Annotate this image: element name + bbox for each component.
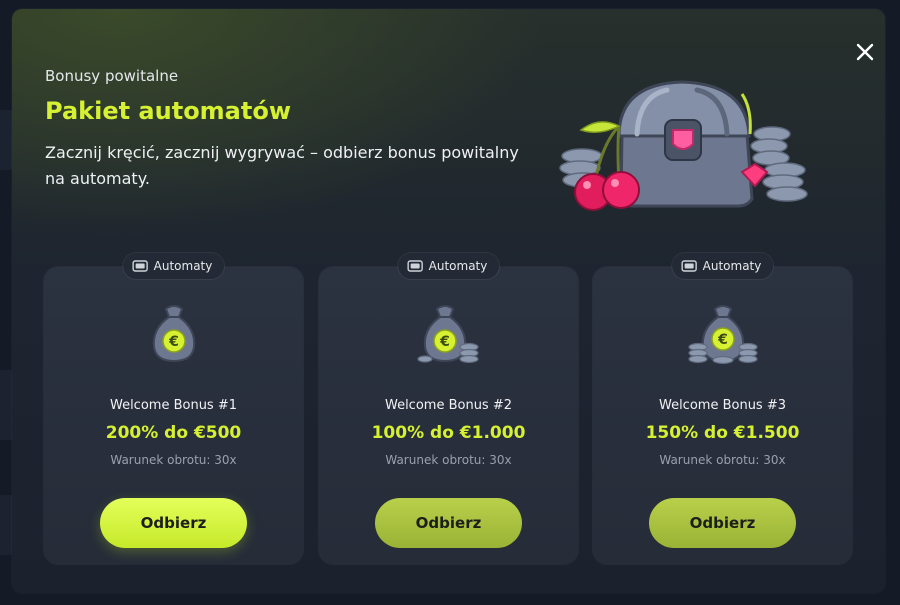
close-icon (856, 43, 874, 61)
modal-description: Zacznij kręcić, zacznij wygrywać – odbie… (45, 143, 519, 188)
close-button[interactable] (847, 34, 883, 70)
bonus-name: Welcome Bonus #1 (109, 398, 238, 413)
treasure-chest-with-cherries-icon (559, 80, 808, 211)
bonus-name: Welcome Bonus #2 (384, 398, 513, 413)
slot-machine-icon (406, 260, 423, 272)
wagering-requirement: Warunek obrotu: 30x (659, 453, 786, 467)
euro-money-bag-with-coin-stacks-icon: € (687, 305, 758, 365)
bonus-card-3: Automaty € Welcome Bonus #3 150% do €1.5… (593, 253, 852, 564)
modal-eyebrow: Bonusy powitalne (45, 67, 179, 85)
claim-button[interactable]: Odbierz (649, 498, 796, 548)
euro-money-bag-icon: € (152, 305, 195, 363)
claim-button[interactable]: Odbierz (375, 498, 522, 548)
bonus-value: 200% do €500 (105, 423, 242, 443)
bonus-card-1: Automaty € Welcome Bonus #1 200% do €500… (44, 253, 303, 564)
wagering-requirement: Warunek obrotu: 30x (110, 453, 237, 467)
svg-text:€: € (717, 332, 728, 348)
category-tag-label: Automaty (702, 259, 762, 273)
wagering-requirement: Warunek obrotu: 30x (385, 453, 512, 467)
category-tag-label: Automaty (428, 259, 488, 273)
category-tag: Automaty (122, 253, 225, 279)
bonus-modal: Bonusy powitalne Pakiet automatów Zaczni… (12, 9, 885, 593)
euro-money-bag-with-coins-icon: € (416, 305, 479, 364)
bonus-card-2: Automaty € Welcome Bonus #2 100% do €1.0… (319, 253, 578, 564)
claim-button[interactable]: Odbierz (100, 498, 247, 548)
svg-text:€: € (439, 334, 450, 350)
slot-machine-icon (680, 260, 697, 272)
svg-text:€: € (168, 334, 179, 350)
bonus-value: 100% do €1.000 (371, 423, 526, 443)
slot-machine-icon (131, 260, 148, 272)
category-tag: Automaty (397, 253, 500, 279)
category-tag: Automaty (671, 253, 774, 279)
bonus-value: 150% do €1.500 (645, 423, 800, 443)
bonus-name: Welcome Bonus #3 (658, 398, 787, 413)
modal-title: Pakiet automatów (45, 97, 292, 125)
category-tag-label: Automaty (153, 259, 213, 273)
